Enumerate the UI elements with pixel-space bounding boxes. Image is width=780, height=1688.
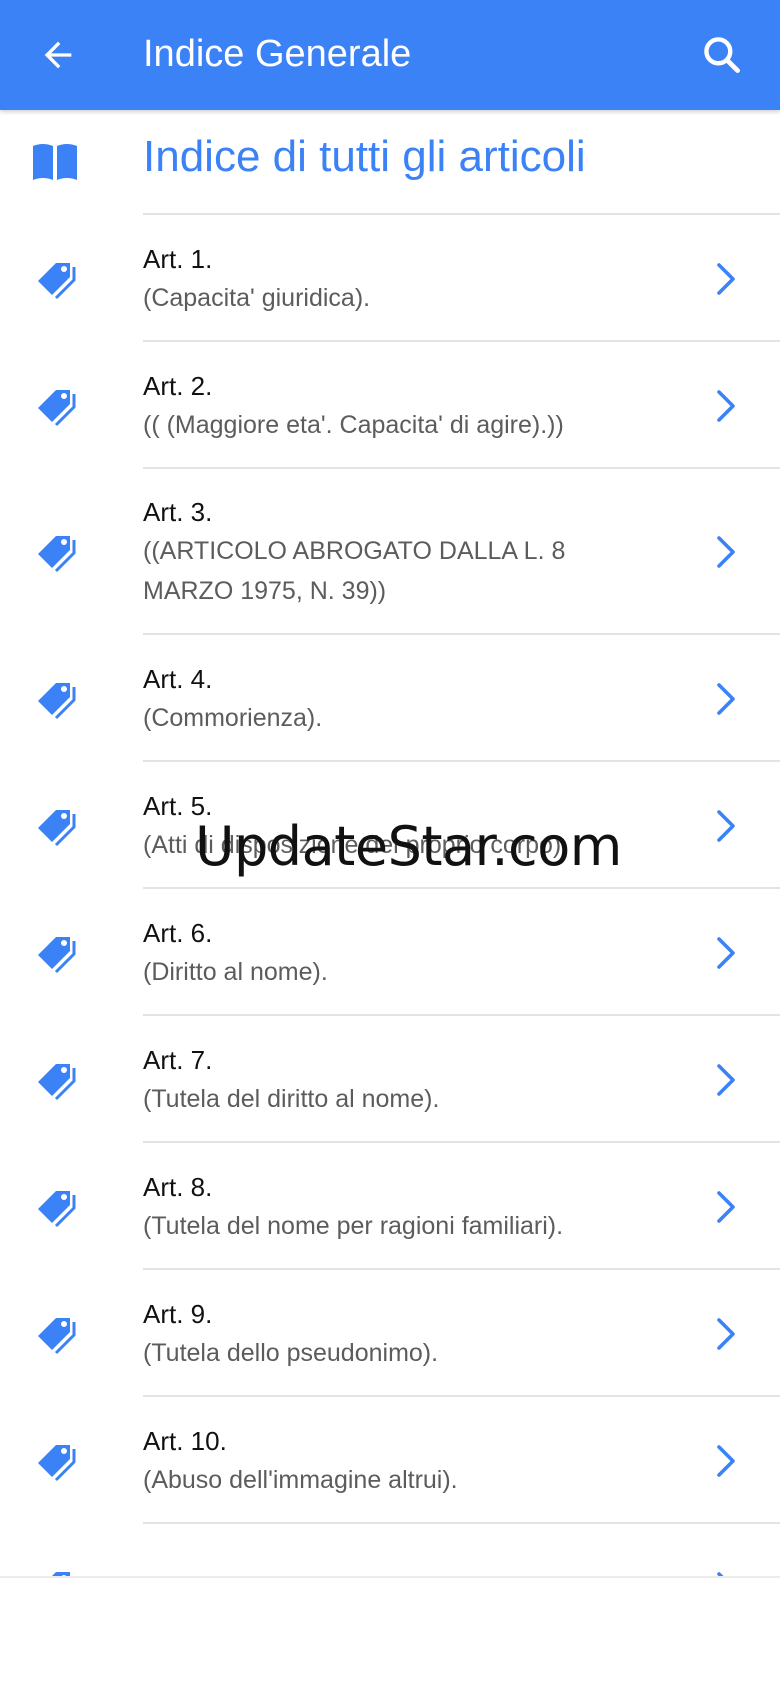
article-text: Art. 2. (( (Maggiore eta'. Capacita' di … bbox=[143, 357, 643, 455]
article-title: Art. 8. bbox=[143, 1171, 213, 1202]
article-title: Art. 10. bbox=[143, 1425, 227, 1456]
tag-icon bbox=[38, 1317, 76, 1354]
article-text: Art. 4. (Commorienza). bbox=[143, 650, 643, 748]
article-list-item[interactable]: Art. 2. (( (Maggiore eta'. Capacita' di … bbox=[0, 342, 780, 469]
section-header: Indice di tutti gli articoli bbox=[0, 110, 780, 215]
chevron-right-icon bbox=[717, 936, 735, 969]
chevron-right-icon bbox=[717, 809, 735, 842]
tag-icon bbox=[38, 536, 76, 573]
tag-icon bbox=[38, 1190, 76, 1227]
article-title: Art. 1. bbox=[143, 243, 213, 274]
chevron-right-icon bbox=[717, 1063, 735, 1096]
article-list-item[interactable]: Art. 4. (Commorienza). bbox=[0, 635, 780, 762]
app-bar-title: Indice Generale bbox=[143, 33, 412, 75]
chevron-right-icon bbox=[717, 682, 735, 715]
article-subtitle: (Capacita' giuridica). bbox=[143, 283, 371, 312]
article-subtitle: (Diritto al nome). bbox=[143, 957, 328, 986]
article-text: Art. 3. ((ARTICOLO ABROGATO DALLA L. 8 M… bbox=[143, 483, 643, 621]
search-button[interactable] bbox=[694, 27, 750, 83]
article-text: Art. 9. (Tutela dello pseudonimo). bbox=[143, 1285, 643, 1383]
article-list-item[interactable]: Art. 7. (Tutela del diritto al nome). bbox=[0, 1016, 780, 1143]
article-subtitle: (Commorienza). bbox=[143, 703, 323, 732]
article-title: Art. 9. bbox=[143, 1298, 213, 1329]
chevron-right-icon bbox=[717, 389, 735, 422]
back-button[interactable] bbox=[30, 27, 86, 83]
tag-icon bbox=[38, 1444, 76, 1481]
article-text: Art. 11. bbox=[143, 1559, 643, 1577]
open-book-icon bbox=[33, 144, 77, 180]
article-list-item[interactable]: Art. 9. (Tutela dello pseudonimo). bbox=[0, 1270, 780, 1397]
arrow-left-icon bbox=[44, 41, 72, 69]
chevron-right-icon bbox=[717, 1444, 735, 1477]
article-title: Art. 11. bbox=[143, 1569, 643, 1577]
watermark-text: UpdateStar.com bbox=[195, 815, 622, 878]
article-title: Art. 6. bbox=[143, 917, 213, 948]
article-list-item[interactable]: Art. 11. bbox=[0, 1524, 780, 1576]
search-icon bbox=[704, 37, 740, 73]
tag-icon bbox=[38, 1063, 76, 1100]
tag-icon bbox=[38, 389, 76, 426]
article-subtitle: (Abuso dell'immagine altrui). bbox=[143, 1465, 458, 1494]
article-list-item[interactable]: Art. 3. ((ARTICOLO ABROGATO DALLA L. 8 M… bbox=[0, 469, 780, 635]
article-title: Art. 7. bbox=[143, 1044, 213, 1075]
article-subtitle: (Tutela del diritto al nome). bbox=[143, 1084, 440, 1113]
article-title: Art. 2. bbox=[143, 370, 213, 401]
chevron-right-icon bbox=[717, 1317, 735, 1350]
app-screen: Indice Generale Indice di tutti gli arti… bbox=[0, 0, 780, 1688]
article-text: Art. 1. (Capacita' giuridica). bbox=[143, 230, 643, 328]
section-title: Indice di tutti gli articoli bbox=[143, 132, 586, 181]
article-text: Art. 10. (Abuso dell'immagine altrui). bbox=[143, 1412, 643, 1510]
tag-icon bbox=[38, 809, 76, 846]
tag-icon bbox=[38, 936, 76, 973]
tag-icon bbox=[38, 262, 76, 299]
article-list-item[interactable]: Art. 10. (Abuso dell'immagine altrui). bbox=[0, 1397, 780, 1524]
chevron-right-icon bbox=[717, 536, 735, 568]
chevron-right-icon bbox=[717, 1190, 735, 1223]
article-list-item[interactable]: Art. 8. (Tutela del nome per ragioni fam… bbox=[0, 1143, 780, 1270]
tag-icon bbox=[38, 682, 76, 719]
article-text: Art. 8. (Tutela del nome per ragioni fam… bbox=[143, 1158, 643, 1256]
article-subtitle: (( (Maggiore eta'. Capacita' di agire).)… bbox=[143, 410, 564, 439]
article-subtitle: (Tutela del nome per ragioni familiari). bbox=[143, 1211, 564, 1240]
article-text: Art. 7. (Tutela del diritto al nome). bbox=[143, 1031, 643, 1129]
bottom-blank-area bbox=[0, 1576, 780, 1688]
article-subtitle: (Tutela dello pseudonimo). bbox=[143, 1338, 439, 1367]
article-subtitle: ((ARTICOLO ABROGATO DALLA L. 8 MARZO 197… bbox=[143, 537, 566, 605]
article-title: Art. 4. bbox=[143, 663, 213, 694]
chevron-right-icon bbox=[717, 262, 735, 295]
article-list-item[interactable]: Art. 1. (Capacita' giuridica). bbox=[0, 215, 780, 342]
tag-icon bbox=[51, 1571, 76, 1576]
article-text: Art. 6. (Diritto al nome). bbox=[143, 904, 643, 1002]
top-app-bar: Indice Generale bbox=[0, 0, 780, 110]
article-list-item[interactable]: Art. 6. (Diritto al nome). bbox=[0, 889, 780, 1016]
article-title: Art. 3. bbox=[143, 497, 213, 527]
